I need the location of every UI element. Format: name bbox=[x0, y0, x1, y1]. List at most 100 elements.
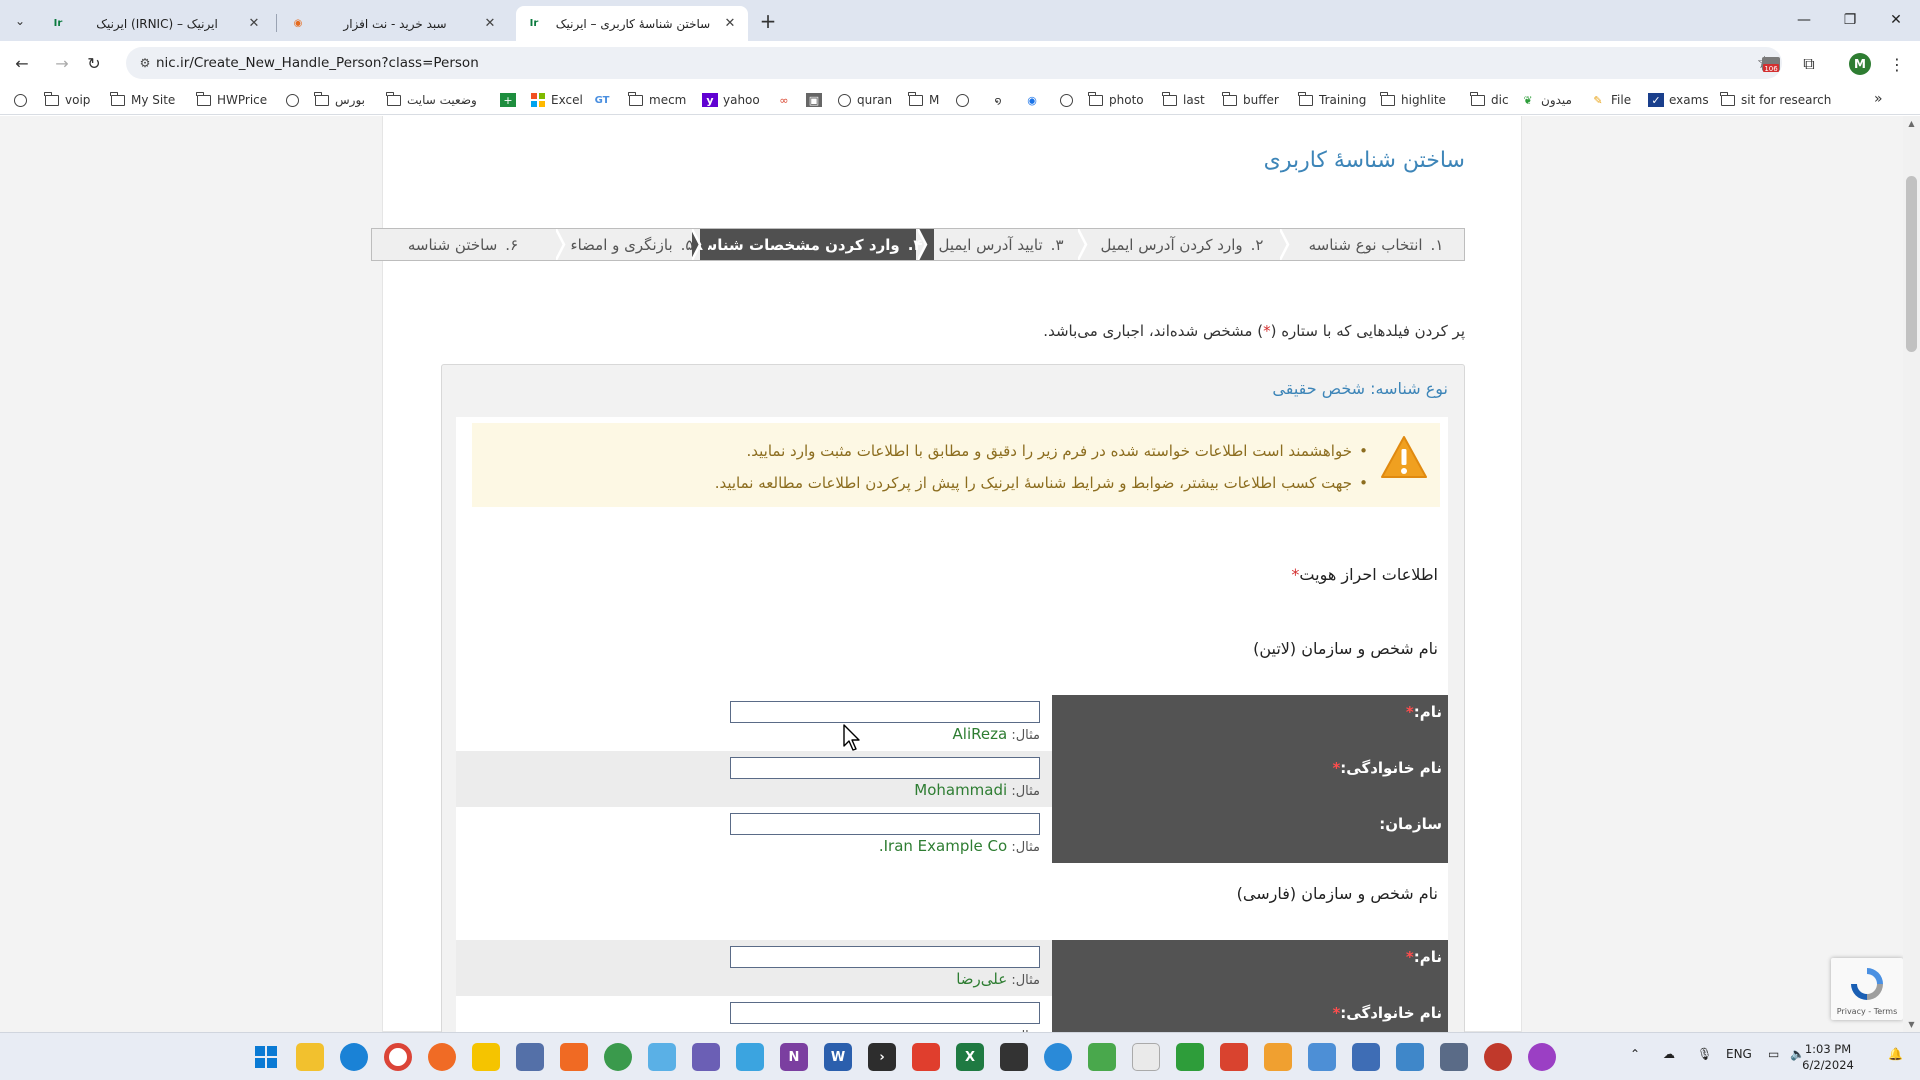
bookmark-item[interactable]: وضعیت سایت bbox=[386, 91, 477, 109]
app-icon[interactable] bbox=[692, 1043, 720, 1071]
bookmark-item[interactable]: My Site bbox=[110, 91, 175, 109]
network-icon[interactable]: ▭ bbox=[1768, 1047, 1779, 1061]
bookmark-item[interactable]: quran bbox=[836, 91, 892, 109]
bookmark-item[interactable] bbox=[1058, 91, 1079, 109]
more-bookmarks-icon[interactable]: » bbox=[1874, 91, 1883, 107]
app-icon[interactable] bbox=[1352, 1043, 1380, 1071]
bookmark-item[interactable]: بورس bbox=[314, 91, 365, 109]
text-input[interactable] bbox=[730, 1002, 1040, 1024]
calculator-icon[interactable] bbox=[1440, 1043, 1468, 1071]
app-icon[interactable] bbox=[1308, 1043, 1336, 1071]
start-button[interactable] bbox=[252, 1043, 280, 1071]
url-text[interactable]: nic.ir/Create_New_Handle_Person?class=Pe… bbox=[156, 55, 479, 71]
new-tab-button[interactable]: + bbox=[756, 9, 780, 33]
bookmark-item[interactable]: ∞ bbox=[776, 91, 797, 109]
bookmark-item[interactable]: voip bbox=[44, 91, 90, 109]
recaptcha-badge[interactable]: Privacy - Terms bbox=[1831, 958, 1903, 1020]
bookmark-item[interactable]: GT bbox=[594, 91, 615, 109]
bookmark-item[interactable]: mecm bbox=[628, 91, 686, 109]
app-icon[interactable] bbox=[1220, 1043, 1248, 1071]
text-input[interactable] bbox=[730, 813, 1040, 835]
bookmark-item[interactable]: ▣ bbox=[806, 91, 827, 109]
bookmark-item[interactable]: ✓ exams bbox=[1648, 91, 1709, 109]
bookmark-item[interactable]: Training bbox=[1298, 91, 1366, 109]
text-input[interactable] bbox=[730, 701, 1040, 723]
reload-button[interactable]: ↻ bbox=[81, 50, 107, 76]
bookmark-item[interactable]: last bbox=[1162, 91, 1205, 109]
close-icon[interactable]: ✕ bbox=[246, 16, 262, 32]
onenote-icon[interactable]: N bbox=[780, 1043, 808, 1071]
bookmark-item[interactable] bbox=[954, 91, 975, 109]
terminal-icon[interactable]: › bbox=[868, 1043, 896, 1071]
app-icon[interactable] bbox=[604, 1043, 632, 1071]
player-icon[interactable] bbox=[472, 1043, 500, 1071]
firefox-icon[interactable] bbox=[428, 1043, 456, 1071]
tab-cart[interactable]: ◉ سبد خرید - نت افزار ✕ bbox=[280, 6, 508, 41]
bookmark-item[interactable]: buffer bbox=[1222, 91, 1279, 109]
forward-button[interactable]: → bbox=[49, 50, 75, 76]
bookmark-item[interactable]: ໑ bbox=[990, 91, 1011, 109]
bookmark-item[interactable]: sit for research bbox=[1720, 91, 1831, 109]
bookmark-item[interactable]: photo bbox=[1088, 91, 1144, 109]
address-bar[interactable]: ⚙ nic.ir/Create_New_Handle_Person?class=… bbox=[126, 47, 1782, 79]
recaptcha-terms[interactable]: Privacy - Terms bbox=[1831, 1007, 1903, 1016]
bookmark-item[interactable]: dic bbox=[1470, 91, 1509, 109]
notepad-icon[interactable] bbox=[1132, 1043, 1160, 1071]
bookmark-item[interactable]: + bbox=[500, 91, 521, 109]
text-input[interactable] bbox=[730, 757, 1040, 779]
edge-icon[interactable] bbox=[340, 1043, 368, 1071]
bookmark-item[interactable]: ✎ File bbox=[1590, 91, 1631, 109]
excel-icon[interactable]: X bbox=[956, 1043, 984, 1071]
bookmark-item[interactable]: HWPrice bbox=[196, 91, 267, 109]
bookmark-item[interactable]: highlite bbox=[1380, 91, 1446, 109]
bookmark-item[interactable] bbox=[284, 91, 305, 109]
scrollbar[interactable]: ▲ ▼ bbox=[1903, 116, 1920, 1032]
extension-icon[interactable]: 106 bbox=[1760, 53, 1782, 75]
app-icon[interactable] bbox=[560, 1043, 588, 1071]
menu-button[interactable]: ⋮ bbox=[1886, 53, 1908, 75]
close-icon[interactable]: ✕ bbox=[722, 16, 738, 32]
cloud-icon[interactable]: ☁ bbox=[1663, 1047, 1675, 1061]
app-icon[interactable] bbox=[1088, 1043, 1116, 1071]
profile-avatar[interactable]: M bbox=[1849, 53, 1871, 75]
text-input[interactable] bbox=[730, 946, 1040, 968]
bookmark-item[interactable]: ◉ bbox=[1024, 91, 1045, 109]
extensions-button[interactable]: ⧉ bbox=[1798, 53, 1820, 75]
app-icon[interactable] bbox=[1484, 1043, 1512, 1071]
app-icon[interactable] bbox=[516, 1043, 544, 1071]
bookmark-item[interactable]: M bbox=[908, 91, 939, 109]
app-icon[interactable] bbox=[1176, 1043, 1204, 1071]
bookmark-item[interactable]: y yahoo bbox=[702, 91, 760, 109]
app-icon[interactable] bbox=[1000, 1043, 1028, 1071]
app-icon[interactable] bbox=[912, 1043, 940, 1071]
tab-search-button[interactable]: ⌄ bbox=[8, 9, 32, 33]
scrollbar-thumb[interactable] bbox=[1906, 176, 1917, 352]
word-icon[interactable]: W bbox=[824, 1043, 852, 1071]
chevron-up-icon[interactable]: ⌃ bbox=[1630, 1047, 1640, 1061]
app-icon[interactable] bbox=[1396, 1043, 1424, 1071]
app-icon[interactable] bbox=[736, 1043, 764, 1071]
notification-icon[interactable]: 🔔 bbox=[1888, 1047, 1903, 1061]
bookmark-item[interactable]: ❦ میدون bbox=[1520, 91, 1572, 109]
back-button[interactable]: ← bbox=[9, 50, 35, 76]
app-icon[interactable] bbox=[648, 1043, 676, 1071]
site-info-icon[interactable]: ⚙ bbox=[136, 54, 154, 72]
bookmark-item[interactable]: Excel bbox=[530, 91, 583, 109]
microphone-icon[interactable]: 🎙 bbox=[1697, 1047, 1712, 1061]
minimize-button[interactable]: — bbox=[1781, 8, 1827, 32]
restore-button[interactable]: ❐ bbox=[1827, 8, 1873, 32]
tab-irnic-home[interactable]: Ir ایرنیک (IRNIC) – ایرنیک ✕ bbox=[40, 6, 272, 41]
bookmark-item[interactable] bbox=[12, 91, 33, 109]
scroll-up-icon[interactable]: ▲ bbox=[1907, 119, 1916, 128]
app-icon[interactable] bbox=[1528, 1043, 1556, 1071]
clock[interactable]: 1:03 PM 6/2/2024 bbox=[1788, 1041, 1868, 1073]
language-indicator[interactable]: ENG bbox=[1726, 1047, 1752, 1061]
file-explorer-icon[interactable] bbox=[296, 1043, 324, 1071]
app-icon[interactable] bbox=[1044, 1043, 1072, 1071]
app-icon[interactable] bbox=[1264, 1043, 1292, 1071]
scroll-down-icon[interactable]: ▼ bbox=[1907, 1020, 1916, 1029]
close-window-button[interactable]: ✕ bbox=[1873, 8, 1919, 32]
tab-create-handle[interactable]: Ir ساختن شناسهٔ کاربری – ایرنیک ✕ bbox=[516, 6, 748, 41]
close-icon[interactable]: ✕ bbox=[482, 16, 498, 32]
chrome-icon[interactable] bbox=[384, 1043, 412, 1071]
